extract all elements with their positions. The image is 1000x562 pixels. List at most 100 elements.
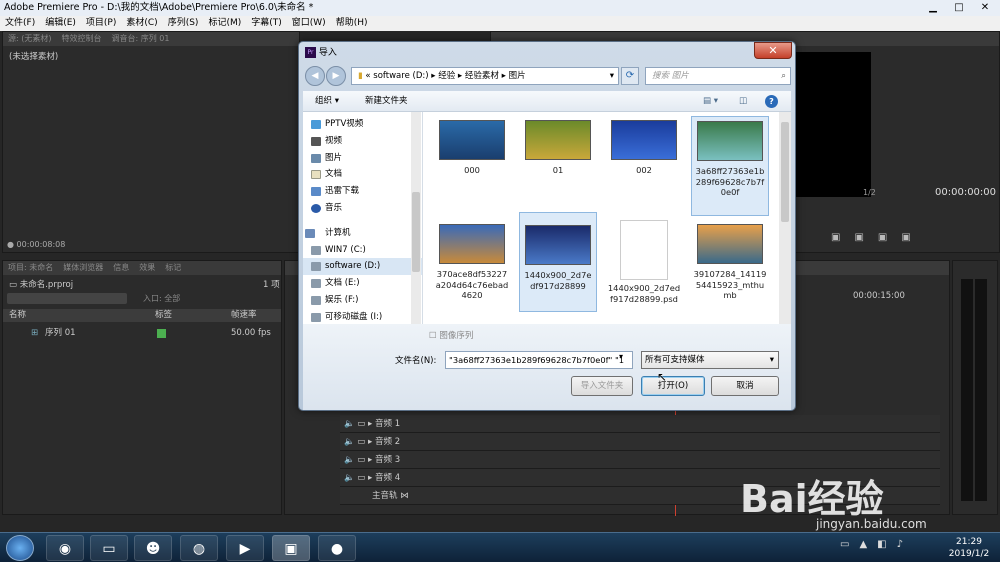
nav-computer[interactable]: 计算机 (303, 225, 422, 242)
recorder-icon[interactable]: ● (318, 535, 356, 561)
nav-removable-i[interactable]: 可移动磁盘 (I:) (303, 309, 422, 324)
menu-marker[interactable]: 标记(M) (203, 16, 246, 31)
nav-drive-e[interactable]: 文档 (E:) (303, 275, 422, 292)
image-thumbnail (439, 224, 505, 264)
open-button[interactable]: 打开(O) (641, 376, 705, 396)
file-scroll-thumb[interactable] (781, 122, 789, 222)
document-library-icon (311, 170, 321, 180)
menu-project[interactable]: 项目(P) (81, 16, 121, 31)
image-sequence-checkbox[interactable]: ☐ 图像序列 (429, 329, 473, 341)
nav-thunder-downloads[interactable]: 迅雷下载 (303, 183, 422, 200)
filetype-select[interactable]: 所有可支持媒体 ▾ (641, 351, 779, 369)
folder-icon[interactable]: ▭ (90, 535, 128, 561)
project-search-input[interactable] (7, 293, 127, 304)
forward-button[interactable]: ▶ (326, 66, 346, 86)
menu-file[interactable]: 文件(F) (0, 16, 40, 31)
file-scrollbar[interactable] (779, 112, 791, 324)
transport-controls[interactable]: ▣▣▣▣ (831, 232, 925, 243)
media-app-icon[interactable]: ▶ (226, 535, 264, 561)
nav-drive-f[interactable]: 娱乐 (F:) (303, 292, 422, 309)
audio-track-2[interactable]: 🔈 ▭ ▸ 音频 2 (340, 433, 940, 451)
cancel-button[interactable]: 取消 (711, 376, 779, 396)
column-name[interactable]: 名称 (9, 309, 26, 322)
refresh-icon[interactable]: ⟳ (621, 67, 639, 85)
maximize-button[interactable]: □ (946, 0, 972, 15)
dialog-close-button[interactable]: ✕ (754, 42, 792, 59)
nav-scroll-thumb[interactable] (412, 192, 420, 272)
navigation-pane: PPTV视频 视频 图片 文档 迅雷下载 音乐 计算机 WIN7 (C:) so… (303, 112, 423, 324)
source-monitor-panel: 源: (无素材) 特效控制台 调音台: 序列 01 (未选择素材) ● 00:00:… (2, 31, 300, 253)
drive-icon (311, 279, 321, 289)
menu-sequence[interactable]: 序列(S) (163, 16, 204, 31)
nav-documents[interactable]: 文档 (303, 166, 422, 183)
taskbar-app-icon[interactable]: ◉ (46, 535, 84, 561)
nav-scrollbar[interactable] (411, 112, 421, 324)
qq-icon[interactable]: ☻ (134, 535, 172, 561)
entry-filter[interactable]: 入口: 全部 (143, 293, 180, 304)
tab-source[interactable]: 源: (无素材) (3, 34, 56, 43)
menu-title[interactable]: 字幕(T) (246, 16, 287, 31)
minimize-button[interactable]: ▁ (920, 0, 946, 15)
menu-clip[interactable]: 素材(C) (121, 16, 162, 31)
tab-audio-mixer[interactable]: 调音台: 序列 01 (106, 34, 174, 43)
window-close-button[interactable]: ✕ (972, 0, 998, 15)
crumb-jingyan[interactable]: 经验 (438, 71, 455, 81)
menu-help[interactable]: 帮助(H) (331, 16, 373, 31)
tab-markers[interactable]: 标记 (160, 263, 186, 272)
nav-drive-d[interactable]: software (D:) (303, 258, 422, 276)
preview-pane-icon[interactable]: ◫ (739, 91, 747, 112)
table-row[interactable]: ⊞ 序列 01 50.00 fps (3, 326, 281, 340)
file-tile[interactable]: 01 (519, 116, 597, 216)
nav-videos[interactable]: 视频 (303, 133, 422, 150)
crumb-drive[interactable]: software (D:) (373, 71, 428, 81)
image-thumbnail (439, 120, 505, 160)
nav-pptv[interactable]: PPTV视频 (303, 116, 422, 133)
source-tabs: 源: (无素材) 特效控制台 调音台: 序列 01 (3, 32, 299, 46)
nav-music[interactable]: 音乐 (303, 200, 422, 217)
premiere-taskbar-icon[interactable]: ▣ (272, 535, 310, 561)
start-button[interactable] (6, 535, 34, 561)
audio-meter-panel (952, 260, 998, 515)
file-tile-selected[interactable]: 1440x900_2d7edf917d28899 (519, 212, 597, 312)
nav-drive-c[interactable]: WIN7 (C:) (303, 242, 422, 259)
nav-pictures[interactable]: 图片 (303, 150, 422, 167)
file-tile[interactable]: 1440x900_2d7edf917d28899.psd (605, 216, 683, 316)
crumb-material[interactable]: 经验素材 (465, 71, 499, 81)
address-dropdown-icon[interactable]: ▾ (610, 68, 614, 84)
file-tile-selected[interactable]: 3a68ff27363e1b289f69628c7b7f0e0f (691, 116, 769, 216)
tab-info[interactable]: 信息 (108, 263, 134, 272)
import-dialog: Pr 导入 ✕ ◀ ▶ ▮ « software (D:) ▸ 经验 ▸ 经验素… (298, 41, 796, 411)
file-tile[interactable]: 000 (433, 116, 511, 216)
audio-track-3[interactable]: 🔈 ▭ ▸ 音频 3 (340, 451, 940, 469)
organize-button[interactable]: 组织 ▾ (315, 91, 339, 112)
new-folder-button[interactable]: 新建文件夹 (365, 91, 408, 112)
column-label[interactable]: 标签 (155, 309, 172, 322)
search-input[interactable]: 搜索 图片 ⌕ (645, 67, 791, 85)
audio-track-1[interactable]: 🔈 ▭ ▸ 音频 1 (340, 415, 940, 433)
import-folder-button[interactable]: 导入文件夹 (571, 376, 633, 396)
help-icon[interactable]: ? (765, 95, 778, 108)
tray-icons[interactable]: ▭▲◧♪ (840, 539, 913, 550)
back-button[interactable]: ◀ (305, 66, 325, 86)
image-thumbnail (697, 121, 763, 161)
program-zoom[interactable]: 1/2 (863, 188, 876, 197)
crumb-pictures[interactable]: 图片 (509, 71, 526, 81)
filename-input[interactable]: "3a68ff27363e1b289f69628c7b7f0e0f" "1 (445, 351, 633, 369)
file-tile[interactable]: 39107284_1411954415923_mthumb (691, 220, 769, 320)
tab-effects[interactable]: 效果 (134, 263, 160, 272)
menu-window[interactable]: 窗口(W) (287, 16, 331, 31)
view-icon[interactable]: ▤ ▾ (703, 91, 718, 112)
file-tile[interactable]: 370ace8df53227a204d64c76ebad4620 (433, 220, 511, 320)
dialog-footer: ☐ 图像序列 文件名(N): "3a68ff27363e1b289f69628c… (303, 324, 791, 410)
column-fps[interactable]: 帧速率 (231, 309, 257, 322)
tab-effect-controls[interactable]: 特效控制台 (56, 34, 106, 43)
tab-project[interactable]: 项目: 未命名 (3, 263, 58, 272)
filename-label: 文件名(N): (395, 356, 437, 366)
firefox-icon[interactable]: ◍ (180, 535, 218, 561)
file-tile[interactable]: 002 (605, 116, 683, 216)
filename-dropdown-icon[interactable]: ▾ (619, 352, 623, 361)
address-bar[interactable]: ▮ « software (D:) ▸ 经验 ▸ 经验素材 ▸ 图片 ▾ (351, 67, 619, 85)
menu-edit[interactable]: 编辑(E) (40, 16, 81, 31)
taskbar-clock[interactable]: 21:29 2019/1/2 (944, 536, 994, 560)
tab-media-browser[interactable]: 媒体浏览器 (58, 263, 108, 272)
